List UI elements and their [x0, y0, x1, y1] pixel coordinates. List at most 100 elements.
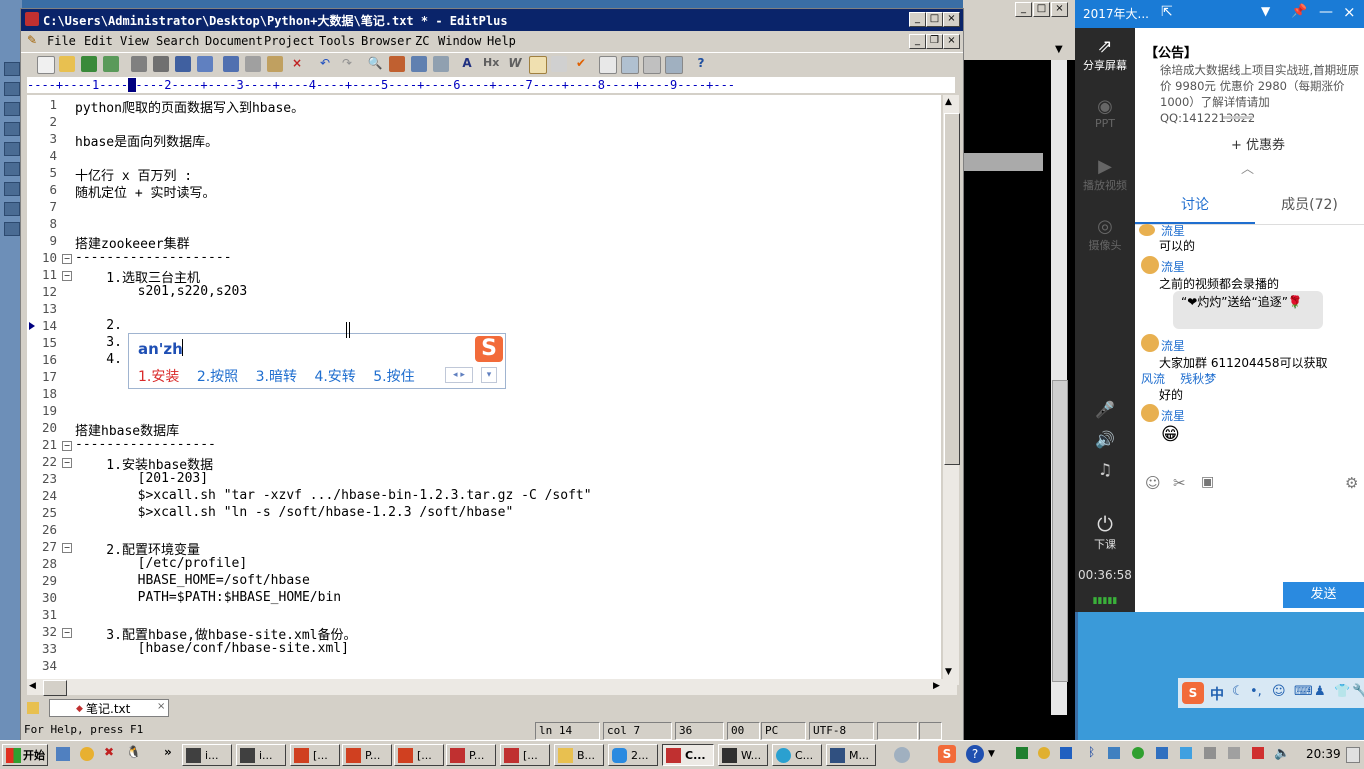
desktop-icon[interactable] — [4, 102, 20, 116]
taskbar-item[interactable]: i... — [236, 744, 286, 766]
xmind-icon[interactable]: ✖ — [104, 745, 114, 759]
help-tray-icon[interactable]: ? — [966, 745, 984, 763]
code-line[interactable]: 4. — [75, 352, 122, 367]
tray-icon[interactable] — [1180, 747, 1192, 759]
fold-toggle-icon[interactable]: − — [62, 254, 72, 264]
tab-members[interactable]: 成员(72) — [1255, 190, 1364, 222]
code-line[interactable]: 随机定位 + 实时读写。 — [75, 182, 215, 201]
line-number-icon[interactable] — [529, 56, 547, 74]
check-icon[interactable]: ✔ — [573, 56, 589, 72]
tray-app-icon[interactable] — [894, 747, 910, 763]
code-line[interactable]: s201,s220,s203 — [75, 284, 248, 299]
network-icon[interactable] — [1204, 747, 1216, 759]
replace-icon[interactable] — [389, 56, 405, 72]
coupon-button[interactable]: + 优惠券 — [1231, 134, 1285, 153]
menu-tools[interactable]: Tools — [319, 34, 355, 48]
background-scrollbar[interactable] — [1051, 60, 1068, 715]
goto-icon[interactable] — [433, 56, 449, 72]
dropdown-icon[interactable]: ▼ — [1261, 4, 1270, 18]
sogou-taskbar-icon[interactable]: S — [938, 745, 956, 763]
show-desktop-button[interactable] — [1346, 747, 1360, 763]
code-line[interactable]: $>xcall.sh "tar -xzvf .../hbase-bin-1.2.… — [75, 488, 592, 503]
close-icon[interactable]: × — [943, 12, 960, 27]
maximize-icon[interactable]: □ — [1033, 2, 1050, 17]
paste-icon[interactable] — [267, 56, 283, 72]
tab-notes[interactable]: ◆ 笔记.txt — [49, 699, 169, 717]
minimize-icon[interactable]: — — [1319, 4, 1333, 20]
taskbar-item[interactable]: 2... — [608, 744, 658, 766]
qq-icon[interactable]: 🐧 — [126, 745, 141, 759]
tray-icon[interactable] — [1108, 747, 1120, 759]
scroll-thumb[interactable] — [944, 113, 960, 465]
punctuation-icon[interactable]: •, — [1250, 684, 1262, 699]
ime-expand-icon[interactable]: ▾ — [481, 367, 497, 383]
spell-check-icon[interactable] — [175, 56, 191, 72]
code-line[interactable]: $>xcall.sh "ln -s /soft/hbase-1.2.3 /sof… — [75, 505, 514, 520]
image-icon[interactable]: ▣ — [1201, 474, 1214, 490]
tray-icon[interactable] — [1038, 747, 1050, 759]
word-wrap-icon[interactable]: W — [507, 56, 523, 72]
wrench-icon[interactable]: 🔧 — [1352, 684, 1364, 699]
maximize-icon[interactable]: □ — [926, 12, 943, 27]
ime-candidate[interactable]: 5.按住 — [373, 369, 414, 385]
open-folder-icon[interactable] — [59, 56, 75, 72]
code-line[interactable]: hbase是面向列数据库。 — [75, 131, 218, 150]
shirt-icon[interactable]: 👕 — [1334, 684, 1350, 699]
desktop-icon[interactable] — [4, 202, 20, 216]
menu-zc[interactable]: ZC — [415, 34, 429, 48]
fold-toggle-icon[interactable]: − — [62, 441, 72, 451]
fold-toggle-icon[interactable]: − — [62, 628, 72, 638]
code-line[interactable]: ------------------ — [75, 437, 216, 452]
code-line[interactable]: HBASE_HOME=/soft/hbase — [75, 573, 310, 588]
settings-gear-icon[interactable]: ⚙ — [1345, 474, 1358, 492]
camera-button[interactable]: ◎ 摄像头 — [1075, 216, 1135, 253]
ime-candidate[interactable]: 2.按照 — [197, 369, 238, 385]
save-all-icon[interactable] — [103, 56, 119, 72]
taskbar-item[interactable]: [... — [394, 744, 444, 766]
speaker-icon[interactable]: 🔊 — [1075, 430, 1135, 449]
tray-icon[interactable] — [1060, 747, 1072, 759]
bluetooth-icon[interactable]: ᛒ — [1088, 745, 1095, 759]
taskbar-item-active[interactable]: C... — [662, 744, 714, 766]
menu-document[interactable]: Document — [205, 34, 263, 48]
pin-icon[interactable]: 📌 — [1291, 4, 1307, 19]
text-editor[interactable]: 1 python爬取的页面数据写入到hbase。 2 3 hbase是面向列数据库。 4 5… — [27, 95, 941, 685]
minimize-icon[interactable]: _ — [909, 12, 926, 27]
hex-icon[interactable]: Hx — [483, 56, 499, 72]
menu-browser[interactable]: Browser — [361, 34, 412, 48]
message-user[interactable]: 流星 — [1161, 258, 1185, 275]
menu-file[interactable]: File — [47, 34, 76, 48]
find-icon[interactable]: 🔍 — [367, 56, 383, 72]
abc-icon[interactable] — [551, 56, 567, 72]
play-video-button[interactable]: ▶ 播放视频 — [1075, 156, 1135, 193]
tray-icon[interactable] — [1252, 747, 1264, 759]
desktop-icon[interactable] — [4, 162, 20, 176]
help-icon[interactable]: ? — [693, 56, 709, 72]
taskbar-item[interactable]: P... — [446, 744, 496, 766]
share-screen-button[interactable]: ⇗ 分享屏幕 — [1075, 36, 1135, 73]
fold-toggle-icon[interactable]: − — [62, 458, 72, 468]
chrome-icon[interactable] — [80, 747, 94, 761]
redo-icon[interactable]: ↷ — [339, 56, 355, 72]
share-icon[interactable]: ⇱ — [1161, 4, 1173, 20]
doc-restore-icon[interactable]: ❐ — [926, 34, 943, 49]
code-line[interactable]: [hbase/conf/hbase-site.xml] — [75, 641, 349, 656]
fold-toggle-icon[interactable]: − — [62, 271, 72, 281]
scroll-up-icon[interactable]: ▲ — [945, 97, 952, 107]
tray-icon[interactable] — [1228, 747, 1240, 759]
menu-search[interactable]: Search — [156, 34, 199, 48]
minimize-icon[interactable]: _ — [1015, 2, 1032, 17]
tray-expand-icon[interactable]: ▼ — [988, 749, 995, 759]
ime-candidate[interactable]: 3.暗转 — [256, 369, 297, 385]
doc-minimize-icon[interactable]: _ — [909, 34, 926, 49]
code-line[interactable]: [201-203] — [75, 471, 208, 486]
desktop-icon[interactable] — [4, 182, 20, 196]
tray-icon[interactable] — [1132, 747, 1144, 759]
copy-icon[interactable] — [245, 56, 261, 72]
tab-close-icon[interactable]: × — [157, 701, 167, 712]
new-file-icon[interactable] — [37, 56, 55, 74]
menu-project[interactable]: Project — [264, 34, 315, 48]
directory-window-icon[interactable] — [621, 56, 639, 74]
ime-page-arrows-icon[interactable]: ◂ ▸ — [445, 367, 473, 383]
desktop-icon[interactable] — [4, 142, 20, 156]
